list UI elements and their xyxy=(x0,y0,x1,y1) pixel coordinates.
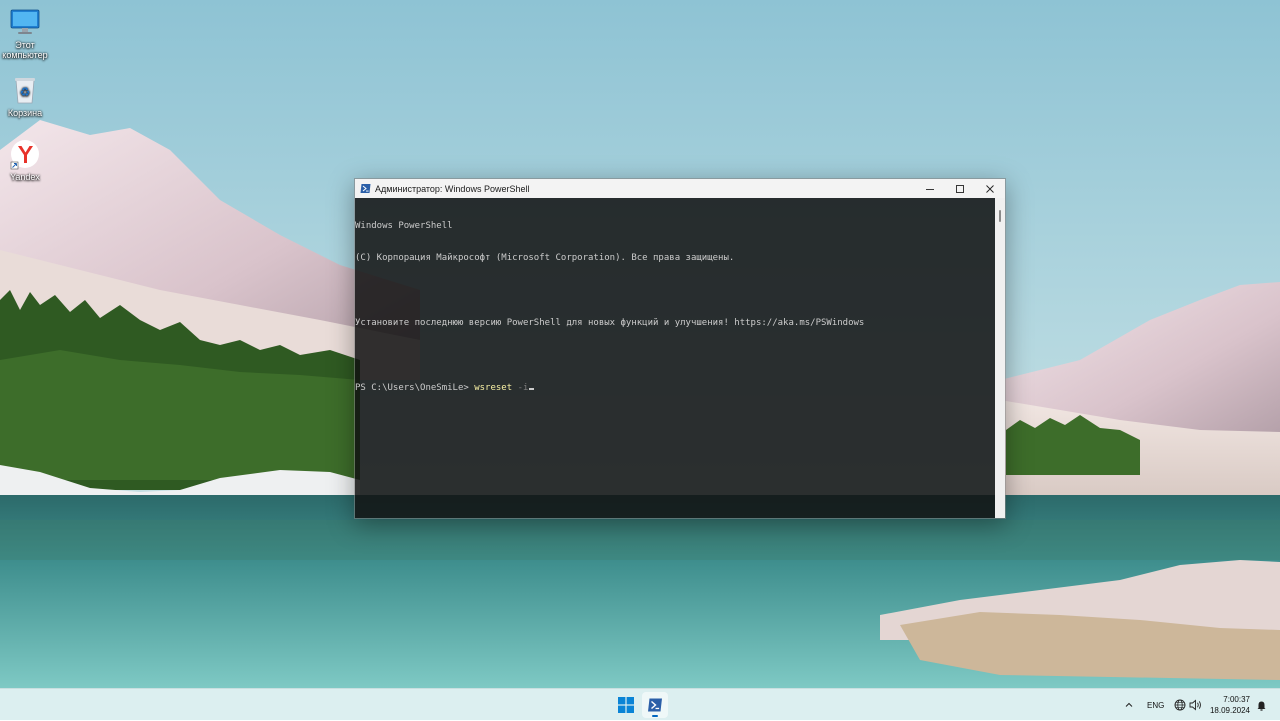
volume-button[interactable] xyxy=(1189,689,1203,721)
desktop-icon-label: Этот компьютер xyxy=(2,40,48,60)
taskbar: ENG 7:00:37 18.09.2024 xyxy=(0,688,1280,720)
close-button[interactable] xyxy=(975,179,1005,198)
console-line: (C) Корпорация Майкрософт (Microsoft Cor… xyxy=(355,252,735,263)
svg-text:♻: ♻ xyxy=(20,85,31,99)
console-prompt: PS C:\Users\OneSmiLe> xyxy=(355,382,475,393)
active-app-indicator xyxy=(652,715,658,717)
recycle-bin-icon: ♻ xyxy=(9,74,41,106)
tray-overflow-button[interactable] xyxy=(1124,689,1134,721)
console-command: wsreset xyxy=(474,382,513,393)
this-pc-icon xyxy=(9,6,41,38)
start-button[interactable] xyxy=(613,692,639,718)
desktop-icon-label: Yandex xyxy=(10,172,40,182)
yandex-browser-icon xyxy=(9,138,41,170)
network-icon xyxy=(1174,699,1186,711)
console-output[interactable]: Windows PowerShell (C) Корпорация Майкро… xyxy=(355,198,995,518)
volume-icon xyxy=(1189,699,1201,711)
windows-start-icon xyxy=(618,697,634,713)
desktop-icon-this-pc[interactable]: Этот компьютер xyxy=(2,6,48,60)
clock-date: 18.09.2024 xyxy=(1209,706,1250,715)
scrollbar-thumb[interactable] xyxy=(999,210,1001,222)
console-line: Windows PowerShell xyxy=(355,220,453,231)
maximize-button[interactable] xyxy=(945,179,975,198)
console-parameter: -i xyxy=(512,382,529,393)
desktop-icon-label: Корзина xyxy=(7,108,43,118)
window-title: Администратор: Windows PowerShell xyxy=(375,183,530,194)
console-scrollbar[interactable] xyxy=(995,198,1005,518)
clock-time: 7:00:37 xyxy=(1223,695,1250,704)
maximize-icon xyxy=(956,184,964,193)
network-button[interactable] xyxy=(1174,689,1186,721)
notification-icon xyxy=(1257,701,1266,711)
taskbar-app-powershell[interactable] xyxy=(642,692,668,718)
close-icon xyxy=(986,184,994,193)
minimize-button[interactable] xyxy=(915,179,945,198)
chevron-up-icon xyxy=(1125,702,1133,707)
console-line: Установите последнюю версию PowerShell д… xyxy=(355,317,865,328)
desktop-icon-recycle-bin[interactable]: ♻ Корзина xyxy=(2,74,48,118)
text-cursor xyxy=(529,387,535,390)
notification-button[interactable] xyxy=(1256,689,1267,721)
minimize-icon xyxy=(926,188,934,190)
taskbar-clock[interactable]: 7:00:37 18.09.2024 xyxy=(1210,694,1250,716)
desktop-icon-yandex[interactable]: Yandex xyxy=(2,138,48,182)
powershell-icon xyxy=(360,183,371,194)
console-prompt-line[interactable]: PS C:\Users\OneSmiLe> wsreset -i xyxy=(355,383,995,394)
powershell-icon xyxy=(648,698,662,712)
language-indicator[interactable]: ENG xyxy=(1147,689,1164,721)
window-titlebar[interactable]: Администратор: Windows PowerShell xyxy=(355,179,1005,198)
powershell-window[interactable]: Администратор: Windows PowerShell Window… xyxy=(354,178,1006,519)
